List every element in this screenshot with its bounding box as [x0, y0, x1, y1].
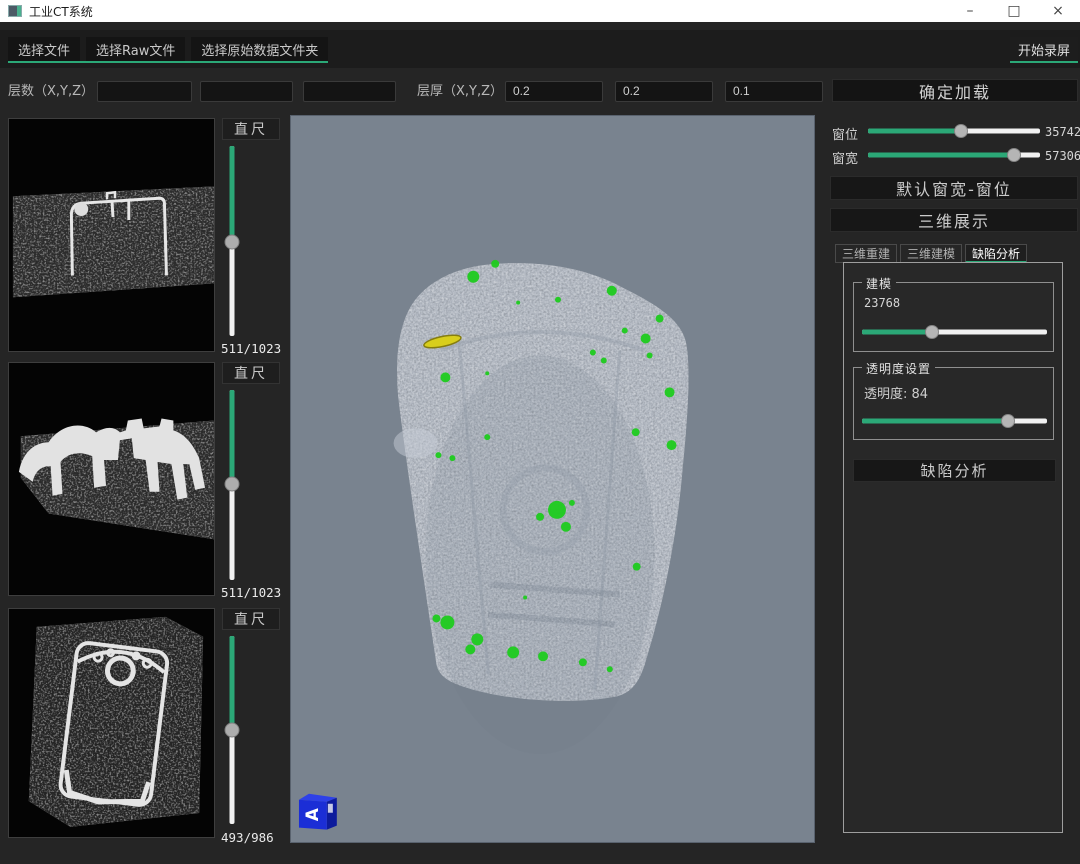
- menu-strip: 选择文件 选择Raw文件 选择原始数据文件夹 开始录屏: [0, 30, 1080, 68]
- slider-handle[interactable]: [225, 234, 240, 249]
- slice-image-top: [9, 119, 214, 351]
- slice-view-middle[interactable]: [8, 362, 215, 596]
- ruler-button-top[interactable]: 直尺: [222, 118, 280, 140]
- layers-x-input[interactable]: [97, 81, 192, 102]
- thickness-x-input[interactable]: [505, 81, 603, 102]
- slider-handle[interactable]: [925, 325, 939, 339]
- app-icon: [8, 5, 22, 17]
- close-button[interactable]: ×: [1036, 0, 1080, 22]
- defect-analysis-button[interactable]: 缺陷分析: [853, 459, 1056, 482]
- modeling-groupbox: 建模 23768: [853, 282, 1054, 352]
- select-raw-file-button[interactable]: 选择Raw文件: [86, 37, 185, 61]
- ruler-button-bottom[interactable]: 直尺: [222, 608, 280, 630]
- layers-y-input[interactable]: [200, 81, 293, 102]
- viewport-3d[interactable]: A: [290, 115, 815, 843]
- title-bar: 工业CT系统 – □ ×: [0, 0, 1080, 22]
- slider-handle[interactable]: [954, 124, 968, 138]
- window-width-label: 窗宽: [832, 148, 858, 167]
- slice-view-bottom[interactable]: [8, 608, 215, 838]
- thickness-label: 层厚（X,Y,Z）: [417, 81, 503, 102]
- file-menu-group: 选择文件 选择Raw文件 选择原始数据文件夹: [8, 37, 328, 63]
- slider-handle[interactable]: [225, 477, 240, 492]
- select-raw-data-folder-button[interactable]: 选择原始数据文件夹: [191, 37, 328, 61]
- window-level-label: 窗位: [832, 124, 858, 143]
- slice-image-bottom: [9, 609, 214, 837]
- analysis-tabs: 三维重建 三维建模 缺陷分析: [835, 244, 1027, 263]
- slice-slider-bottom[interactable]: [224, 636, 240, 824]
- transparency-value-label: 透明度: 84: [864, 383, 928, 402]
- select-file-button[interactable]: 选择文件: [8, 37, 80, 61]
- layers-z-input[interactable]: [303, 81, 396, 102]
- slider-handle[interactable]: [1001, 414, 1015, 428]
- window-level-slider[interactable]: [868, 124, 1040, 138]
- ruler-button-middle[interactable]: 直尺: [222, 362, 280, 384]
- tab-3d-modeling[interactable]: 三维建模: [900, 244, 962, 263]
- slice-slider-middle[interactable]: [224, 390, 240, 580]
- transparency-slider[interactable]: [862, 414, 1047, 428]
- slice-image-middle: [9, 363, 214, 595]
- window-title: 工业CT系统: [29, 3, 93, 20]
- right-control-panel: 窗位 35742 窗宽 57306 默认窗宽-窗位 三维展示 三维重建 三维建模…: [828, 115, 1080, 864]
- window-level-value: 35742: [1045, 125, 1080, 139]
- slice-view-top[interactable]: [8, 118, 215, 352]
- modeling-slider[interactable]: [862, 325, 1047, 339]
- thickness-y-input[interactable]: [615, 81, 713, 102]
- thickness-z-input[interactable]: [725, 81, 823, 102]
- layers-label: 层数（X,Y,Z）: [8, 81, 94, 102]
- window-width-value: 57306: [1045, 149, 1080, 163]
- slice-slider-top[interactable]: [224, 146, 240, 336]
- tab-defect-analysis[interactable]: 缺陷分析: [965, 244, 1027, 263]
- default-ww-wl-button[interactable]: 默认窗宽-窗位: [830, 176, 1078, 200]
- defect-analysis-pane: 建模 23768 透明度设置 透明度: 84 缺陷分析: [843, 262, 1063, 833]
- maximize-button[interactable]: □: [992, 0, 1036, 22]
- display-3d-button[interactable]: 三维展示: [830, 208, 1078, 232]
- tab-3d-reconstruction[interactable]: 三维重建: [835, 244, 897, 263]
- start-recording-button[interactable]: 开始录屏: [1010, 37, 1078, 63]
- minimize-button[interactable]: –: [948, 0, 992, 22]
- confirm-load-button[interactable]: 确定加载: [832, 79, 1078, 102]
- slice-position-bottom: 493/986: [221, 830, 291, 845]
- orientation-cube[interactable]: A: [299, 794, 337, 830]
- slice-position-top: 511/1023: [221, 341, 291, 356]
- slice-position-middle: 511/1023: [221, 585, 291, 600]
- slider-handle[interactable]: [1007, 148, 1021, 162]
- modeling-group-title: 建模: [862, 275, 896, 292]
- transparency-group-title: 透明度设置: [862, 360, 935, 377]
- slider-handle[interactable]: [225, 723, 240, 738]
- transparency-groupbox: 透明度设置 透明度: 84: [853, 367, 1054, 440]
- window-width-slider[interactable]: [868, 148, 1040, 162]
- modeling-value: 23768: [864, 296, 900, 310]
- app-window: 选择文件 选择Raw文件 选择原始数据文件夹 开始录屏 层数（X,Y,Z） 层厚…: [0, 22, 1080, 864]
- cube-face-letter: A: [302, 807, 322, 821]
